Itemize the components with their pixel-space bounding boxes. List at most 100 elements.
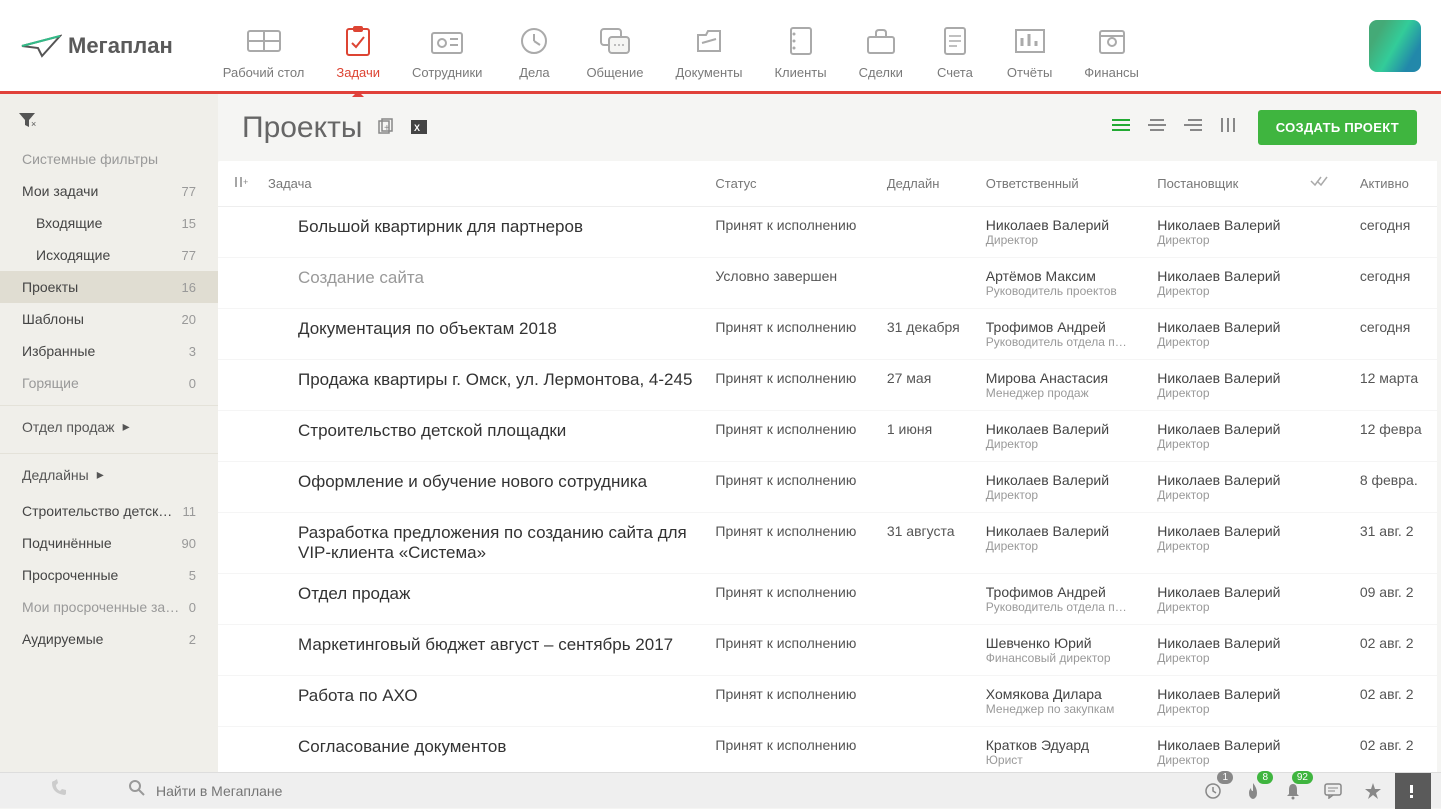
col-activity[interactable]: Активно [1350,161,1437,207]
nav-employees[interactable]: Сотрудники [412,11,482,80]
col-responsible[interactable]: Ответственный [976,161,1147,207]
cell-activity: сегодня [1350,207,1437,258]
page-header: Проекты + X СОЗДАТЬ ПРОЕКТ [218,94,1441,161]
bottom-icons: 1 8 92 [1195,773,1431,809]
nav-deals[interactable]: Дела [514,11,554,80]
nav-label: Сделки [859,65,903,80]
cell-deadline [877,258,976,309]
table-row[interactable]: Продажа квартиры г. Омск, ул. Лермонтова… [218,360,1437,411]
brand-logo[interactable]: Мегаплан [20,32,173,60]
cell-task: Продажа квартиры г. Омск, ул. Лермонтова… [258,360,705,411]
sidebar-item[interactable]: Просроченные5 [0,559,218,591]
nav-icon [338,23,378,59]
star-icon[interactable] [1355,773,1391,809]
col-done-icon[interactable] [1300,161,1350,207]
nav-clients[interactable]: Клиенты [774,11,826,80]
sidebar-item-count: 0 [189,600,196,615]
search-input[interactable] [156,783,1175,799]
sidebar-item[interactable]: Подчинённые 90 [0,527,218,559]
sidebar-item[interactable]: Проекты16 [0,271,218,303]
sidebar-item-count: 90 [182,536,196,551]
cell-task: Создание сайта [258,258,705,309]
view-columns-icon[interactable] [1220,118,1236,137]
nav-invoices[interactable]: Счета [935,11,975,80]
nav-tasks[interactable]: Задачи [336,11,380,80]
nav-label: Задачи [336,65,380,80]
table-header-row: + Задача Статус Дедлайн Ответственный По… [218,161,1437,207]
cell-activity: сегодня [1350,309,1437,360]
copy-icon[interactable]: + [376,118,396,138]
sidebar-item[interactable]: Горящие0 [0,367,218,399]
flame-icon[interactable]: 8 [1235,773,1271,809]
nav-icon [781,23,821,59]
table-row[interactable]: Разработка предложения по созданию сайта… [218,513,1437,574]
sidebar-item-label: Шаблоны [22,311,84,327]
table-row[interactable]: Отдел продажПринят к исполнениюТрофимов … [218,574,1437,625]
nav-documents[interactable]: Документы [675,11,742,80]
sidebar-item-count: 77 [182,184,196,199]
column-settings-icon[interactable]: + [218,161,258,207]
cell-check [1300,360,1350,411]
cell-status: Условно завершен [705,258,876,309]
col-status[interactable]: Статус [705,161,876,207]
cell-author: Николаев ВалерийДиректор [1147,676,1300,727]
sidebar-item-label: Просроченные [22,567,118,583]
sidebar-group-sales[interactable]: Отдел продаж ▸ [0,405,218,447]
col-deadline[interactable]: Дедлайн [877,161,976,207]
nav-icon [935,23,975,59]
col-author[interactable]: Постановщик [1147,161,1300,207]
nav-sales[interactable]: Сделки [859,11,903,80]
sidebar-item-count: 3 [189,344,196,359]
sidebar-item-label: Горящие [22,375,79,391]
chat-icon[interactable] [1315,773,1351,809]
table-row[interactable]: Согласование документовПринят к исполнен… [218,727,1437,773]
clock-icon[interactable]: 1 [1195,773,1231,809]
filter-icon[interactable]: × [0,104,218,141]
table-row[interactable]: Создание сайтаУсловно завершенАртёмов Ма… [218,258,1437,309]
sidebar-item[interactable]: Мои задачи77 [0,175,218,207]
phone-icon[interactable] [10,779,108,802]
cell-activity: сегодня [1350,258,1437,309]
nav-reports[interactable]: Отчёты [1007,11,1052,80]
col-task[interactable]: Задача [258,161,705,207]
nav-label: Клиенты [774,65,826,80]
bell-icon[interactable]: 92 [1275,773,1311,809]
table-row[interactable]: Документация по объектам 2018Принят к ис… [218,309,1437,360]
nav-chat[interactable]: Общение [586,11,643,80]
sidebar-item-count: 20 [182,312,196,327]
alert-icon[interactable] [1395,773,1431,809]
sidebar-item[interactable]: Аудируемые2 [0,623,218,655]
view-right-icon[interactable] [1184,118,1202,137]
cell-author: Николаев ВалерийДиректор [1147,574,1300,625]
sidebar-item[interactable]: Исходящие77 [0,239,218,271]
nav-label: Документы [675,65,742,80]
excel-icon[interactable]: X [410,118,430,138]
sidebar-item-label: Входящие [36,215,102,231]
cell-activity: 09 авг. 2 [1350,574,1437,625]
page-title: Проекты [242,111,362,145]
view-center-icon[interactable] [1148,118,1166,137]
nav-desktop[interactable]: Рабочий стол [223,11,305,80]
sidebar-item-label: Аудируемые [22,631,103,647]
table-row[interactable]: Строительство детской площадкиПринят к и… [218,411,1437,462]
user-avatar[interactable] [1369,20,1421,72]
sidebar-item[interactable]: Строительство детск…11 [0,495,218,527]
sidebar-item[interactable]: Шаблоны 20 [0,303,218,335]
sidebar-item[interactable]: Входящие15 [0,207,218,239]
sidebar-item[interactable]: Избранные3 [0,335,218,367]
table-row[interactable]: Большой квартирник для партнеровПринят к… [218,207,1437,258]
table-row[interactable]: Работа по АХОПринят к исполнениюХомякова… [218,676,1437,727]
nav-finance[interactable]: Финансы [1084,11,1139,80]
create-project-button[interactable]: СОЗДАТЬ ПРОЕКТ [1258,110,1417,145]
cell-activity: 02 авг. 2 [1350,676,1437,727]
cell-task: Маркетинговый бюджет август – сентябрь 2… [258,625,705,676]
sidebar-group-deadlines[interactable]: Дедлайны ▸ [0,453,218,495]
view-list-icon[interactable] [1112,118,1130,137]
cell-deadline: 1 июня [877,411,976,462]
sidebar-item[interactable]: Мои просроченные за…0 [0,591,218,623]
cell-check [1300,411,1350,462]
cell-check [1300,462,1350,513]
sidebar-item-label: Подчинённые [22,535,112,551]
table-row[interactable]: Маркетинговый бюджет август – сентябрь 2… [218,625,1437,676]
table-row[interactable]: Оформление и обучение нового сотрудникаП… [218,462,1437,513]
